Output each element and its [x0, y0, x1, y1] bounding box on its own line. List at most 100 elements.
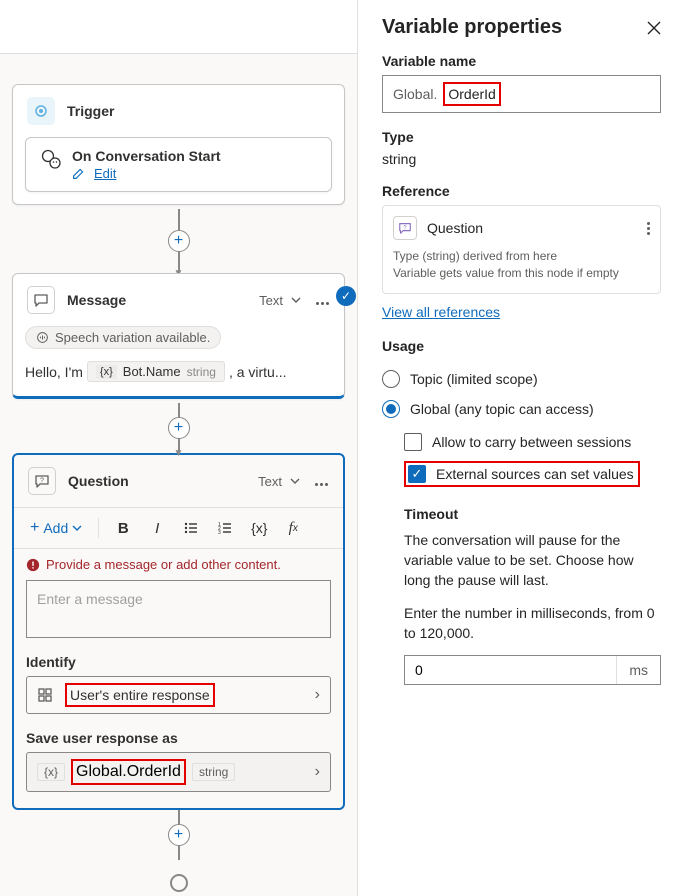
error-text: Provide a message or add other content. [46, 557, 281, 572]
trigger-title: Trigger [67, 103, 330, 119]
conversation-start-icon [40, 148, 62, 170]
add-node-button[interactable]: + [168, 417, 190, 439]
save-variable-type: string [192, 763, 235, 781]
connector: + [178, 810, 180, 860]
message-node[interactable]: ✓ Message Text Speech variation availabl… [12, 273, 345, 399]
usage-topic-radio[interactable]: Topic (limited scope) [382, 364, 661, 394]
add-button[interactable]: + Add [24, 515, 88, 541]
identify-picker[interactable]: User's entire response › [26, 676, 331, 714]
add-node-button[interactable]: + [168, 230, 190, 252]
variable-type: string [187, 365, 216, 379]
carry-sessions-checkbox[interactable]: Allow to carry between sessions [404, 428, 661, 456]
reference-node-name[interactable]: Question [427, 220, 637, 236]
chevron-right-icon: › [315, 686, 320, 704]
trigger-node[interactable]: Trigger On Conversation Start Edit [12, 84, 345, 205]
question-icon: ? [393, 216, 417, 240]
checkbox-checked-icon[interactable]: ✓ [408, 465, 426, 483]
trigger-icon [27, 97, 55, 125]
panel-title: Variable properties [382, 16, 562, 39]
external-set-label: External sources can set values [436, 466, 634, 482]
save-response-label: Save user response as [14, 730, 343, 752]
variable-pill-botname[interactable]: {x} Bot.Name string [87, 361, 225, 382]
variable-tag-icon: {x} [37, 763, 65, 781]
message-input[interactable]: Enter a message [26, 580, 331, 638]
error-message: Provide a message or add other content. [14, 549, 343, 576]
add-node-button[interactable]: + [168, 824, 190, 846]
hello-prefix: Hello, I'm [25, 364, 83, 380]
connector: + ▼ [178, 209, 180, 273]
view-all-references-link[interactable]: View all references [382, 304, 500, 320]
add-label: Add [43, 520, 68, 536]
close-panel-button[interactable] [647, 21, 661, 35]
question-toolbar: + Add B I 123 {x} fx [14, 507, 343, 549]
timeout-input[interactable] [405, 656, 616, 684]
radio-checked-icon [382, 400, 400, 418]
chevron-down-icon [72, 523, 82, 533]
formula-button[interactable]: fx [279, 514, 307, 542]
chevron-right-icon: › [315, 763, 320, 781]
speech-variation-chip[interactable]: Speech variation available. [25, 326, 221, 349]
canvas-top-bar [0, 0, 357, 54]
usage-label: Usage [382, 338, 661, 354]
node-check-icon: ✓ [336, 286, 356, 306]
usage-global-radio[interactable]: Global (any topic can access) [382, 394, 661, 424]
reference-card: ? Question Type (string) derived from he… [382, 205, 661, 294]
question-more-button[interactable] [314, 474, 329, 489]
message-more-button[interactable] [315, 293, 330, 308]
connector: + ▼ [178, 403, 180, 453]
question-title: Question [68, 473, 258, 489]
properties-panel: Variable properties Variable name Global… [358, 0, 685, 896]
arrow-icon: ▼ [174, 448, 184, 459]
radio-unchecked-icon [382, 370, 400, 388]
svg-text:?: ? [403, 224, 407, 231]
trigger-sub-title: On Conversation Start [72, 148, 221, 164]
identify-label: Identify [14, 654, 343, 676]
usage-global-label: Global (any topic can access) [410, 401, 594, 417]
save-variable-name: Global.OrderId [71, 759, 186, 785]
usage-topic-label: Topic (limited scope) [410, 371, 538, 387]
reference-sub-text: Type (string) derived from here Variable… [393, 248, 650, 283]
type-value: string [382, 151, 661, 167]
svg-text:?: ? [40, 478, 44, 485]
hello-suffix: , a virtu... [229, 364, 287, 380]
variable-button[interactable]: {x} [245, 514, 273, 542]
variable-tag-icon: {x} [96, 365, 117, 379]
variable-name: Bot.Name [123, 364, 181, 379]
chevron-down-icon [290, 476, 300, 486]
timeout-input-row: ms [404, 655, 661, 685]
variable-prefix: Global. [393, 86, 437, 102]
timeout-label: Timeout [404, 506, 661, 522]
speech-icon [36, 331, 49, 344]
error-icon [26, 558, 40, 572]
checkbox-unchecked-icon [404, 433, 422, 451]
reference-more-button[interactable] [647, 222, 650, 235]
speech-chip-text: Speech variation available. [55, 330, 210, 345]
edit-icon [72, 167, 85, 180]
carry-sessions-label: Allow to carry between sessions [432, 434, 631, 450]
message-icon [27, 286, 55, 314]
numbered-list-button[interactable]: 123 [211, 514, 239, 542]
variable-name-input[interactable]: Global. OrderId [382, 75, 661, 113]
bullet-list-button[interactable] [177, 514, 205, 542]
chevron-down-icon [291, 295, 301, 305]
variable-name-label: Variable name [382, 53, 661, 69]
message-title: Message [67, 292, 259, 308]
question-mode[interactable]: Text [258, 474, 282, 489]
svg-text:3: 3 [218, 530, 221, 536]
question-icon: ? [28, 467, 56, 495]
entity-icon [37, 687, 55, 703]
timeout-unit: ms [616, 656, 660, 684]
identify-value: User's entire response [65, 683, 215, 707]
type-label: Type [382, 129, 661, 145]
italic-button[interactable]: I [143, 514, 171, 542]
message-content[interactable]: Hello, I'm {x} Bot.Name string , a virtu… [25, 361, 332, 382]
question-node[interactable]: ? Question Text + Add B I 12 [12, 453, 345, 810]
bold-button[interactable]: B [109, 514, 137, 542]
timeout-desc1: The conversation will pause for the vari… [404, 530, 661, 591]
message-mode[interactable]: Text [259, 293, 283, 308]
variable-name-value: OrderId [443, 82, 500, 106]
timeout-desc2: Enter the number in milliseconds, from 0… [404, 603, 661, 644]
edit-trigger-link[interactable]: Edit [94, 166, 116, 181]
save-response-picker[interactable]: {x} Global.OrderId string › [26, 752, 331, 792]
reference-label: Reference [382, 183, 661, 199]
